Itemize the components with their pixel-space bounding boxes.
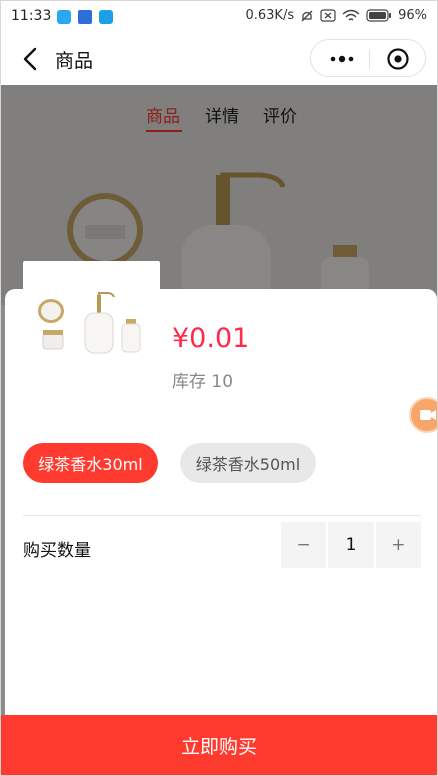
product-thumbnail-image <box>38 292 141 354</box>
increase-quantity-button[interactable]: + <box>375 522 421 568</box>
spec-option-50ml[interactable]: 绿茶香水50ml <box>180 443 316 483</box>
status-time: 11:33 <box>11 8 52 24</box>
nav-bar: 商品 <box>1 33 437 85</box>
floating-video-button[interactable] <box>409 397 437 433</box>
more-dots-icon[interactable] <box>327 50 357 68</box>
page-title: 商品 <box>55 50 94 72</box>
app-notification-icon <box>57 10 71 24</box>
quantity-label: 购买数量 <box>23 541 91 561</box>
product-price: ¥0.01 <box>172 323 250 354</box>
wifi-icon <box>342 9 360 21</box>
sku-sheet: ¥0.01 库存 10 绿茶香水30ml 绿茶香水50ml 购买数量 − 1 + <box>5 261 437 716</box>
app-frame: 11:33 0.63K/s 96% 商品 商品 详情 评价 ¥0.01 库存 1… <box>0 0 438 776</box>
video-notification-icon <box>78 10 92 24</box>
quantity-value[interactable]: 1 <box>328 522 374 568</box>
decrease-quantity-button[interactable]: − <box>281 522 327 568</box>
network-speed: 0.63K/s <box>245 8 295 23</box>
buy-now-button[interactable]: 立即购买 <box>1 715 437 775</box>
close-miniprogram-icon[interactable] <box>386 47 410 71</box>
battery-icon <box>366 9 392 22</box>
quantity-stepper: − 1 + <box>281 522 421 568</box>
product-thumbnail <box>23 261 160 373</box>
spec-options: 绿茶香水30ml 绿茶香水50ml <box>23 443 316 483</box>
battery-percent: 96% <box>398 8 427 23</box>
back-arrow-icon[interactable] <box>19 45 43 73</box>
sim-icon <box>320 9 336 22</box>
miniprogram-capsule <box>310 39 426 77</box>
stock-count: 库存 10 <box>172 372 234 392</box>
status-indicators: 0.63K/s 96% <box>245 8 427 23</box>
camera-notification-icon <box>99 10 113 24</box>
divider-line <box>23 515 421 516</box>
video-camera-icon <box>420 410 436 420</box>
status-bar: 11:33 0.63K/s 96% <box>1 1 437 33</box>
spec-option-30ml[interactable]: 绿茶香水30ml <box>23 443 158 483</box>
mute-icon <box>301 10 313 21</box>
capsule-divider <box>369 49 370 69</box>
